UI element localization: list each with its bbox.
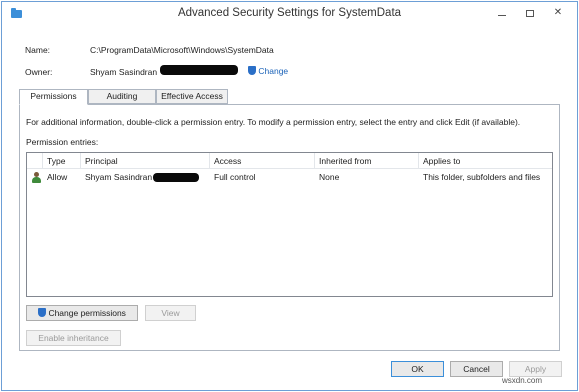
tab-auditing[interactable]: Auditing <box>88 89 156 104</box>
name-value: C:\ProgramData\Microsoft\Windows\SystemD… <box>90 45 274 55</box>
cell-applies-to: This folder, subfolders and files <box>423 172 541 182</box>
permission-entries-label: Permission entries: <box>26 137 99 147</box>
title-bar[interactable]: Advanced Security Settings for SystemDat… <box>2 2 577 26</box>
tab-effective-access[interactable]: Effective Access <box>156 89 228 104</box>
minimize-button[interactable] <box>489 5 515 21</box>
maximize-icon <box>526 9 534 17</box>
user-icon <box>32 172 41 183</box>
apply-button[interactable]: Apply <box>509 361 562 377</box>
minimize-icon <box>498 14 506 16</box>
cell-principal: Shyam Sasindran ( <box>85 172 158 182</box>
advanced-security-settings-window: Advanced Security Settings for SystemDat… <box>1 1 578 391</box>
column-type[interactable]: Type <box>43 153 81 169</box>
change-owner-link[interactable]: Change <box>248 66 288 76</box>
ok-button[interactable]: OK <box>391 361 444 377</box>
cell-inherited-from: None <box>319 172 340 182</box>
cancel-button[interactable]: Cancel <box>450 361 503 377</box>
change-owner-label: Change <box>258 66 289 76</box>
enable-inheritance-button[interactable]: Enable inheritance <box>26 330 121 346</box>
close-button[interactable]: ✕ <box>545 5 571 21</box>
view-button[interactable]: View <box>145 305 196 321</box>
watermark-text: wsxdn.com <box>502 376 543 385</box>
change-permissions-label: Change permissions <box>48 308 126 318</box>
maximize-button[interactable] <box>517 5 543 21</box>
cell-type: Allow <box>47 172 68 182</box>
owner-label: Owner: <box>25 67 53 77</box>
change-permissions-button[interactable]: Change permissions <box>26 305 138 321</box>
redacted-principal-account <box>153 173 199 182</box>
list-header: Type Principal Access Inherited from App… <box>27 153 552 169</box>
permission-entries-list[interactable]: Type Principal Access Inherited from App… <box>26 152 553 297</box>
redacted-owner-account <box>160 65 238 75</box>
name-label: Name: <box>25 45 51 55</box>
column-applies-to[interactable]: Applies to <box>419 153 552 169</box>
column-icon <box>27 153 43 169</box>
owner-value: Shyam Sasindran <box>90 67 158 77</box>
column-principal[interactable]: Principal <box>81 153 210 169</box>
tab-permissions[interactable]: Permissions <box>19 89 88 105</box>
column-inherited-from[interactable]: Inherited from <box>315 153 419 169</box>
cell-access: Full control <box>214 172 256 182</box>
column-access[interactable]: Access <box>210 153 315 169</box>
uac-shield-icon <box>248 66 256 75</box>
table-row[interactable]: Allow Shyam Sasindran ( Full control Non… <box>27 170 552 185</box>
uac-shield-icon <box>38 308 47 317</box>
help-text: For additional information, double-click… <box>26 117 521 127</box>
